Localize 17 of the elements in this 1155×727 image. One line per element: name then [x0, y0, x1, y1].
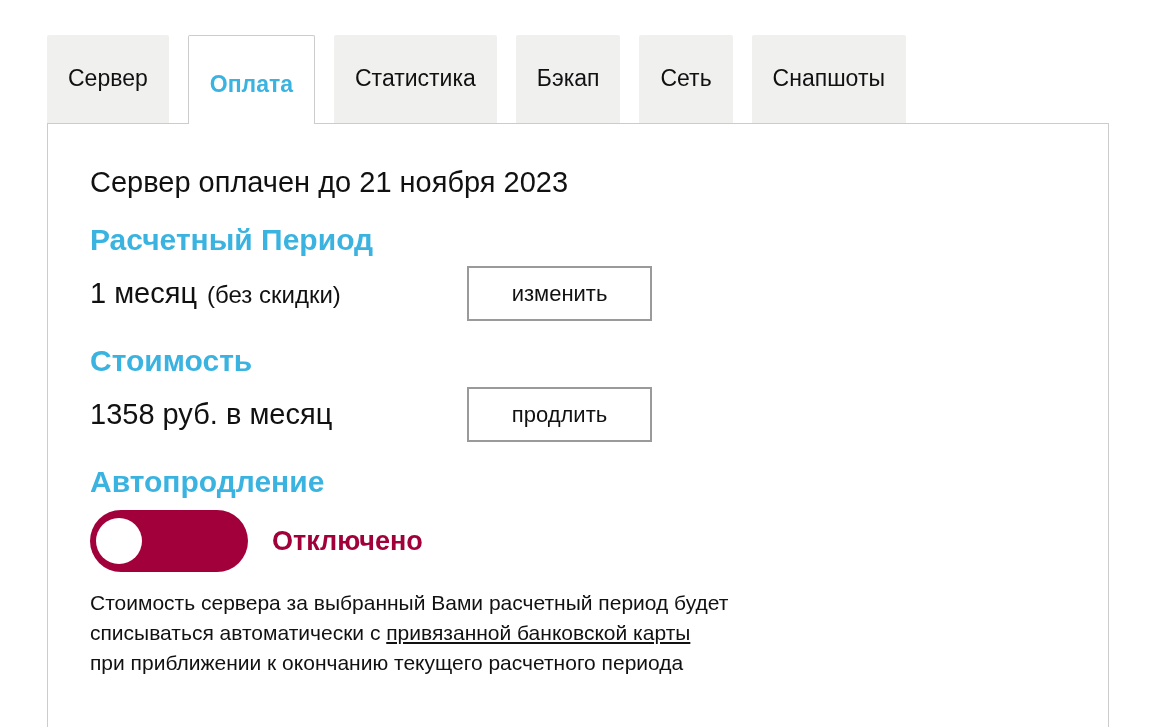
cost-value: 1358 руб. в месяц	[90, 398, 333, 431]
bank-card-link[interactable]: привязанной банковской карты	[386, 621, 691, 644]
section-heading: Расчетный Период	[90, 222, 375, 258]
toggle-status: Отключено	[272, 525, 423, 557]
paid-until-text: Сервер оплачен до 21 ноября 2023	[90, 165, 570, 200]
renew-button[interactable]: продлить	[467, 387, 652, 442]
change-button[interactable]: изменить	[467, 266, 652, 321]
period-note: (без скидки)	[207, 281, 341, 309]
tab[interactable]: Сервер	[47, 35, 169, 123]
period-value: 1 месяц	[90, 277, 198, 310]
tab[interactable]: Статистика	[334, 35, 497, 123]
tab[interactable]: Бэкап	[515, 35, 621, 123]
autorenew-note: Стоимость сервера за выбранный Вами расчетный период будет списываться автоматически с привязанной банковской карты при приближении к окончанию текущего расчетного периода	[90, 590, 730, 676]
tab[interactable]: Снапшоты	[751, 35, 906, 123]
section-heading: Стоимость	[90, 343, 254, 379]
section-heading: Автопродление	[90, 464, 326, 500]
tab[interactable]: Сеть	[639, 35, 733, 123]
